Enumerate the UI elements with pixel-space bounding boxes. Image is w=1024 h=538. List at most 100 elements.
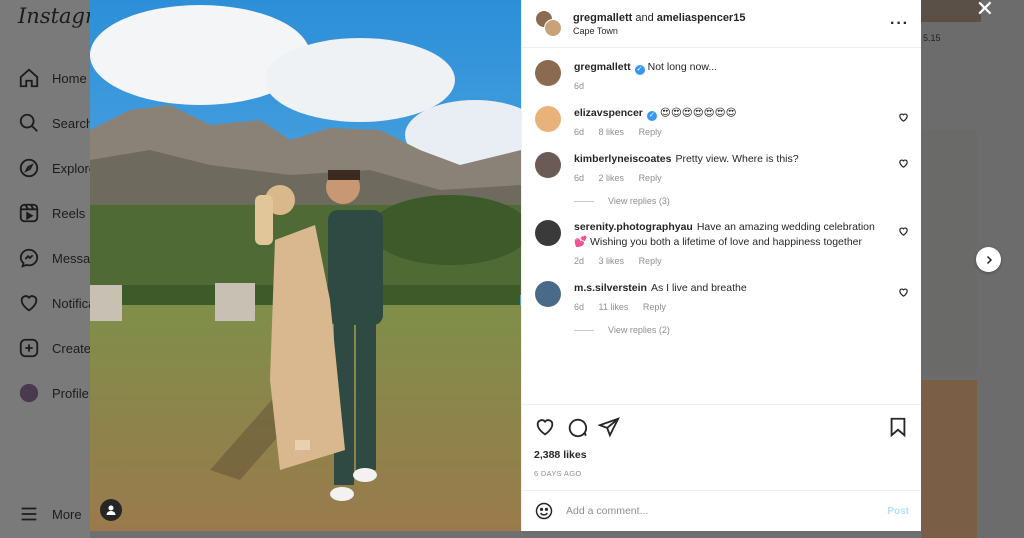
bookmark-icon[interactable] [887, 416, 909, 438]
search-icon [19, 113, 38, 132]
comment-likes[interactable]: 2 likes [599, 173, 625, 183]
comments-list[interactable]: gregmallett ✓ Not long now... 6d elizavspe… [522, 48, 921, 404]
view-replies-button[interactable]: View replies (3) [574, 196, 909, 206]
header-usernames: gregmallett and ameliaspencer15 [573, 12, 890, 24]
sidebar-item-home[interactable]: Home [18, 67, 87, 89]
sidebar-item-label: Search [52, 115, 94, 131]
sidebar-item-label: Profile [52, 385, 89, 401]
comment-meta: 6d 8 likes Reply [574, 125, 887, 140]
emoji-icon[interactable] [534, 501, 554, 521]
post-header: gregmallett and ameliaspencer15 Cape Tow… [522, 0, 921, 48]
comment-time[interactable]: 6d [574, 302, 584, 312]
like-heart-icon[interactable] [534, 416, 556, 438]
comment-likes[interactable]: 8 likes [599, 127, 625, 137]
avatar[interactable] [535, 220, 561, 246]
comment-body: kimberlyneiscoates Pretty view. Where is … [574, 152, 909, 186]
comment-meta: 6d 2 likes Reply [574, 171, 887, 186]
sidebar-item-reels[interactable]: Reels [18, 202, 85, 224]
tagged-user-button[interactable] [100, 499, 122, 521]
sidebar-item-label: Home [52, 70, 87, 86]
reels-icon [19, 203, 39, 223]
background-thumbnail [921, 130, 977, 375]
sidebar-item-label: More [52, 506, 82, 522]
sidebar-item-label: Reels [52, 205, 86, 221]
comment-meta: 2d 3 likes Reply [574, 254, 887, 269]
caption-text: Not long now... [647, 61, 718, 73]
post-photo[interactable] [90, 0, 521, 531]
comment-username[interactable]: elizavspencer [574, 107, 643, 119]
comment-likes[interactable]: 11 likes [599, 302, 629, 312]
menu-icon [21, 507, 37, 521]
avatar[interactable] [535, 281, 561, 307]
background-feed: 5.15 [921, 0, 1024, 538]
comment-body: serenity.photographyau Have an amazing we… [574, 220, 909, 269]
add-comment-bar: Post [522, 490, 921, 531]
verified-badge-icon: ✓ [646, 111, 657, 121]
comment-text: Pretty view. Where is this? [675, 153, 799, 165]
comment-body: elizavspencer ✓ 😍😍😍😍😍😍😍 6d 8 likes Reply [574, 106, 909, 140]
action-icons [534, 415, 909, 439]
comment-time[interactable]: 6d [574, 127, 584, 137]
view-replies-label: View replies (2) [608, 325, 670, 335]
caption: gregmallett ✓ Not long now... 6d [535, 60, 909, 94]
avatar [544, 18, 562, 37]
heart-icon[interactable] [898, 158, 909, 169]
post-actions: 2,388 likes 6 DAYS AGO [522, 404, 921, 490]
comment-username[interactable]: serenity.photographyau [574, 221, 693, 233]
user-tag-icon [106, 505, 116, 515]
next-post-button[interactable] [976, 247, 1001, 272]
post-modal: gregmallett and ameliaspencer15 Cape Tow… [90, 0, 921, 531]
reply-button[interactable]: Reply [643, 302, 666, 312]
reply-button[interactable]: Reply [639, 256, 662, 266]
comment-time[interactable]: 6d [574, 173, 584, 183]
heart-icon[interactable] [898, 226, 909, 237]
likes-count[interactable]: 2,388 likes [534, 449, 909, 461]
comment-username[interactable]: gregmallett [574, 61, 631, 73]
comment-likes[interactable]: 3 likes [599, 256, 625, 266]
avatar[interactable] [535, 106, 561, 132]
comment-icon[interactable] [566, 416, 588, 438]
avatar [19, 383, 39, 403]
sidebar-item-label: Create [52, 340, 92, 356]
share-icon[interactable] [598, 416, 620, 438]
background-text: 5.15 [923, 33, 941, 43]
location-link[interactable]: Cape Town [573, 26, 890, 36]
heart-icon [20, 295, 38, 312]
compass-icon [19, 158, 39, 178]
add-comment-input[interactable] [566, 505, 888, 517]
divider [574, 329, 594, 331]
comment-item: m.s.silverstein As I live and breathe 6d … [535, 281, 909, 315]
reply-button[interactable]: Reply [639, 173, 662, 183]
reply-button[interactable]: Reply [639, 127, 662, 137]
sidebar-item-explore[interactable]: Explore [18, 157, 96, 179]
sidebar-item-more[interactable]: More [18, 503, 82, 525]
close-icon[interactable]: ✕ [976, 0, 994, 22]
avatar[interactable] [535, 60, 561, 86]
conjunction-text: and [635, 11, 654, 24]
collab-avatars[interactable] [535, 9, 563, 38]
divider [574, 200, 594, 202]
home-icon [19, 68, 39, 88]
view-replies-button[interactable]: View replies (2) [574, 325, 909, 335]
comment-time[interactable]: 6d [574, 81, 584, 91]
heart-icon[interactable] [898, 112, 909, 123]
view-replies-label: View replies (3) [608, 196, 670, 206]
comment-meta: 6d [574, 79, 887, 94]
sidebar-item-create[interactable]: Create [18, 337, 91, 359]
post-comment-button[interactable]: Post [887, 506, 909, 517]
plus-square-icon [19, 338, 39, 358]
sidebar-item-profile[interactable]: Profile [18, 382, 89, 404]
comment-item: serenity.photographyau Have an amazing we… [535, 220, 909, 269]
username-link[interactable]: ameliaspencer15 [657, 12, 746, 24]
comment-body: gregmallett ✓ Not long now... 6d [574, 60, 909, 94]
comment-username[interactable]: m.s.silverstein [574, 282, 647, 294]
avatar[interactable] [535, 152, 561, 178]
post-image [90, 0, 521, 531]
username-link[interactable]: gregmallett [573, 12, 632, 24]
heart-icon[interactable] [898, 287, 909, 298]
more-options-icon[interactable]: ··· [890, 15, 909, 33]
sidebar-item-search[interactable]: Search [18, 112, 93, 134]
comment-username[interactable]: kimberlyneiscoates [574, 153, 671, 165]
comment-time[interactable]: 2d [574, 256, 584, 266]
background-thumbnail [921, 380, 977, 538]
